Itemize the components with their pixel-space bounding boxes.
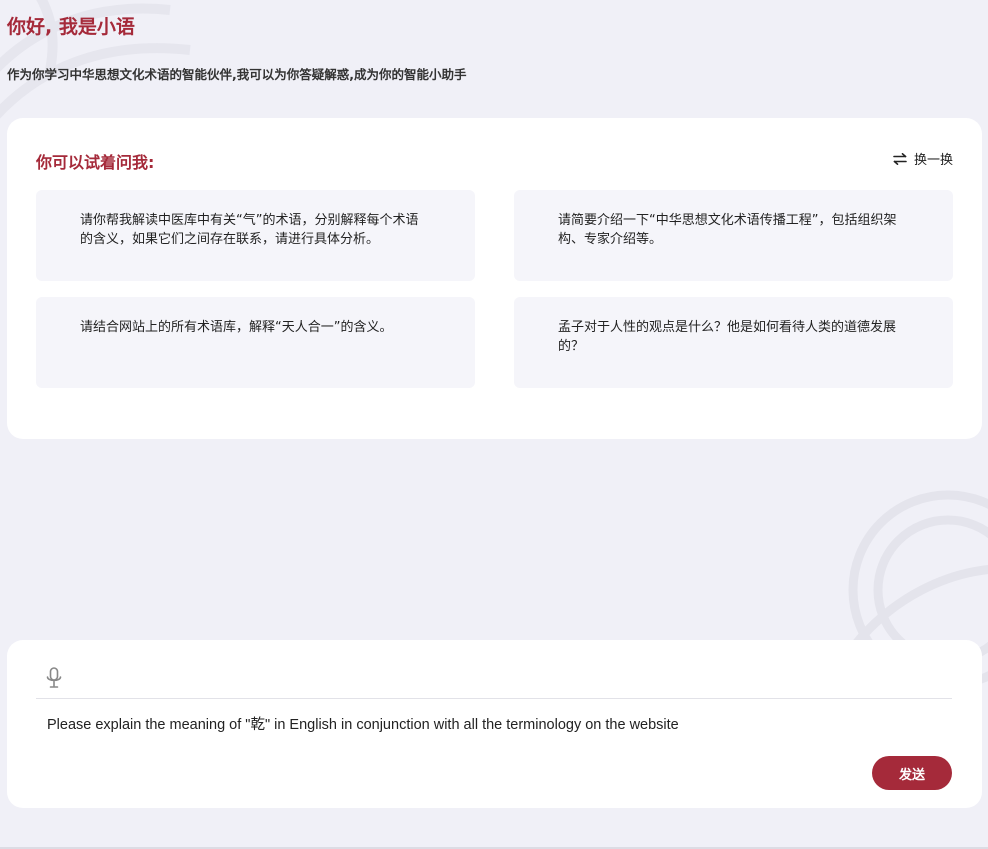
suggestion-heading: 你可以试着问我:: [36, 153, 155, 172]
microphone-icon[interactable]: [45, 667, 63, 689]
suggestion-item[interactable]: 请结合网站上的所有术语库，解释“天人合一”的含义。: [36, 297, 475, 388]
suggestion-text: 请结合网站上的所有术语库，解释“天人合一”的含义。: [80, 320, 393, 335]
send-button[interactable]: 发送: [872, 756, 952, 790]
suggestion-card: 你可以试着问我: 换一换 请你帮我解读中医库中有关“气”的术语，分别解释每个术语…: [7, 118, 982, 439]
swap-arrows-icon: [893, 152, 907, 165]
suggestion-text: 请简要介绍一下“中华思想文化术语传播工程”，包括组织架构、专家介绍等。: [558, 213, 897, 247]
refresh-suggestions-button[interactable]: 换一换: [893, 149, 953, 168]
greeting-subtitle: 作为你学习中华思想文化术语的智能伙伴,我可以为你答疑解惑,成为你的智能小助手: [7, 67, 467, 82]
input-divider: [36, 698, 952, 699]
suggestion-text: 孟子对于人性的观点是什么？他是如何看待人类的道德发展的？: [558, 320, 897, 354]
suggestion-text: 请你帮我解读中医库中有关“气”的术语，分别解释每个术语的含义，如果它们之间存在联…: [80, 213, 419, 247]
chat-query-input[interactable]: [47, 712, 947, 734]
suggestion-item[interactable]: 孟子对于人性的观点是什么？他是如何看待人类的道德发展的？: [514, 297, 953, 388]
greeting-title: 你好, 我是小语: [7, 16, 135, 38]
suggestion-item[interactable]: 请你帮我解读中医库中有关“气”的术语，分别解释每个术语的含义，如果它们之间存在联…: [36, 190, 475, 281]
suggestion-item[interactable]: 请简要介绍一下“中华思想文化术语传播工程”，包括组织架构、专家介绍等。: [514, 190, 953, 281]
chat-input-panel: 发送: [7, 640, 982, 808]
refresh-label: 换一换: [913, 153, 953, 168]
